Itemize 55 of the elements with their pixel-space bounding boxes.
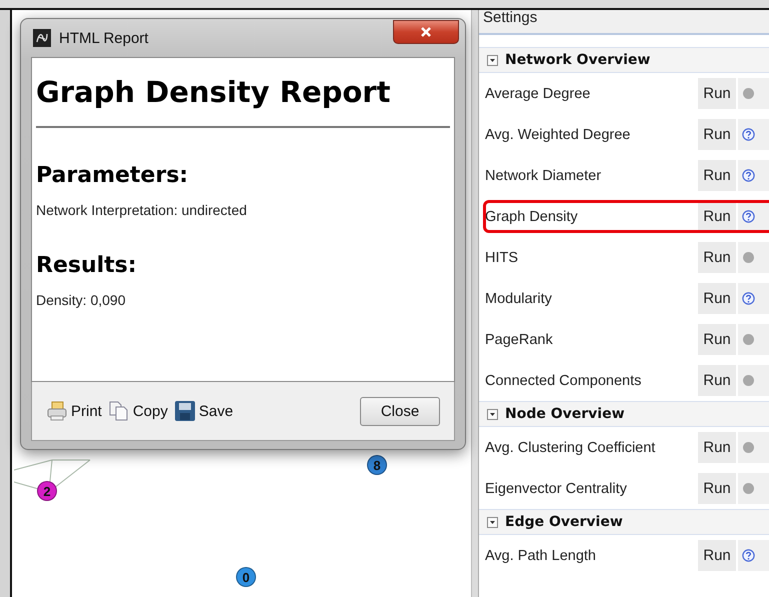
- run-button[interactable]: Run: [698, 119, 736, 150]
- run-button[interactable]: Run: [698, 324, 736, 355]
- statistic-name: Connected Components: [484, 372, 642, 388]
- statistic-name: HITS: [484, 250, 520, 266]
- group-header[interactable]: Edge Overview: [479, 509, 769, 535]
- run-button[interactable]: Run: [698, 201, 736, 232]
- run-button[interactable]: Run: [698, 283, 736, 314]
- help-icon[interactable]: [742, 128, 755, 141]
- group-title: Node Overview: [505, 406, 625, 422]
- window-title: HTML Report: [59, 30, 148, 46]
- close-icon: [420, 27, 432, 37]
- copy-icon: [108, 400, 130, 422]
- collapse-icon[interactable]: [487, 54, 498, 66]
- close-button[interactable]: [393, 20, 459, 44]
- panel-title: Settings: [479, 10, 769, 35]
- report-title: Graph Density Report: [36, 74, 392, 110]
- run-button[interactable]: Run: [698, 242, 736, 273]
- collapse-icon[interactable]: [487, 516, 498, 528]
- report-text: Network Interpretation: undirected: [36, 202, 248, 218]
- run-button[interactable]: Run: [698, 473, 736, 504]
- statistic-name: PageRank: [484, 332, 554, 348]
- section-heading: Parameters:: [36, 162, 190, 190]
- graph-node[interactable]: 2: [37, 481, 57, 501]
- run-button[interactable]: Run: [698, 78, 736, 109]
- statistic-name: Avg. Clustering Coefficient: [484, 440, 656, 456]
- graph-node[interactable]: 8: [367, 455, 387, 475]
- save-button[interactable]: Save: [174, 400, 234, 422]
- copy-button[interactable]: Copy: [108, 400, 168, 422]
- group-title: Edge Overview: [505, 514, 623, 530]
- statistic-name: Modularity: [484, 290, 553, 306]
- run-button[interactable]: Run: [698, 432, 736, 463]
- statistic-name: Graph Density: [484, 208, 579, 224]
- collapse-icon[interactable]: [487, 408, 498, 420]
- run-button[interactable]: Run: [698, 160, 736, 191]
- help-icon[interactable]: [742, 169, 755, 182]
- group-title: Network Overview: [505, 52, 650, 68]
- help-icon[interactable]: [742, 210, 755, 223]
- statistic-name: Eigenvector Centrality: [484, 480, 628, 496]
- statistic-name: Average Degree: [484, 86, 592, 102]
- run-button[interactable]: Run: [698, 365, 736, 396]
- help-icon[interactable]: [742, 292, 755, 305]
- print-button[interactable]: Print: [46, 400, 102, 422]
- help-icon[interactable]: [742, 549, 755, 562]
- report-text: Density: 0,090: [36, 292, 126, 308]
- statistic-name: Avg. Path Length: [484, 548, 597, 564]
- close-button[interactable]: Close: [360, 396, 440, 426]
- statistic-name: Avg. Weighted Degree: [484, 126, 632, 142]
- statistic-name: Network Diameter: [484, 168, 602, 184]
- group-header[interactable]: Node Overview: [479, 401, 769, 427]
- app-icon: [33, 29, 51, 47]
- printer-icon: [46, 400, 68, 422]
- group-header[interactable]: Network Overview: [479, 47, 769, 73]
- graph-node[interactable]: 0: [236, 567, 256, 587]
- run-button[interactable]: Run: [698, 540, 736, 571]
- section-heading: Results:: [36, 252, 138, 280]
